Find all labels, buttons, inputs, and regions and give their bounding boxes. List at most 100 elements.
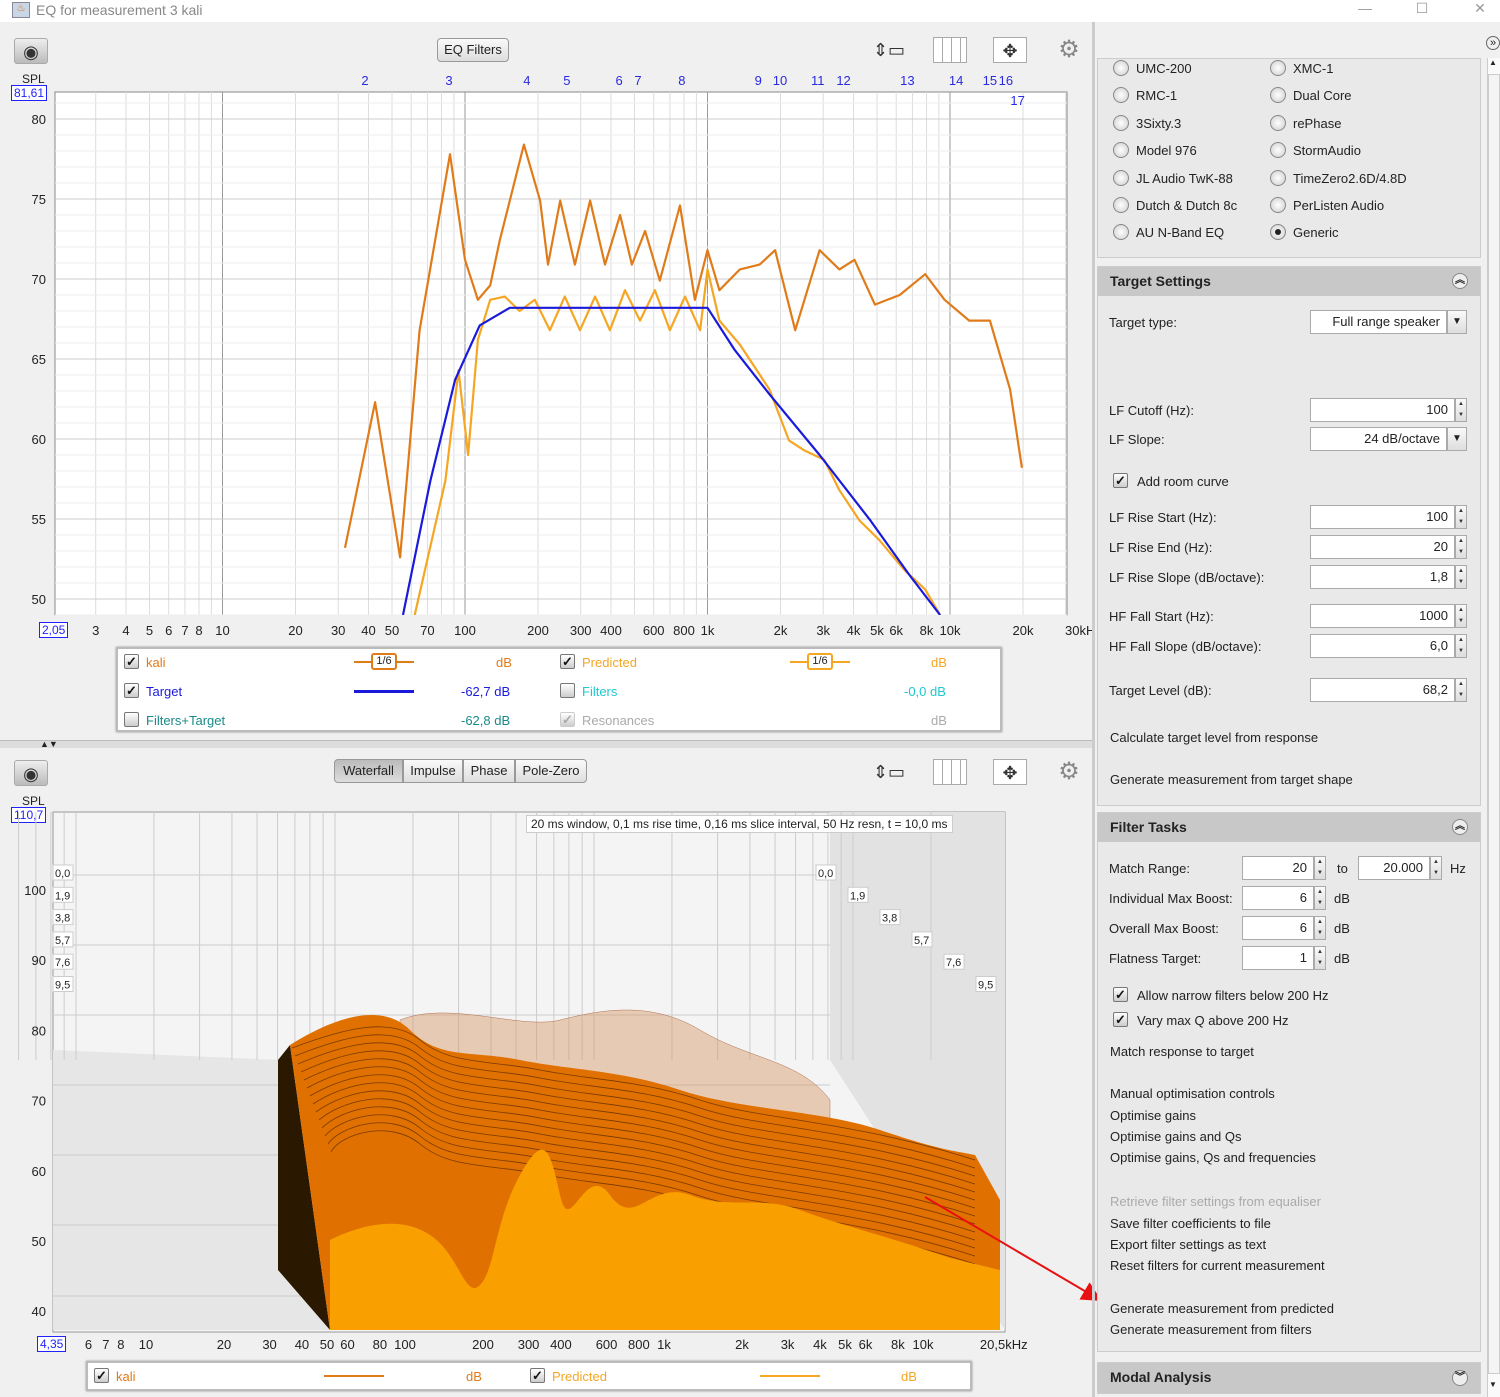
spinner-icon[interactable]: ▲ ▼ <box>1455 678 1467 702</box>
kali-checkbox[interactable]: ✓ <box>94 1368 109 1383</box>
equaliser-option[interactable]: RMC-1 <box>1113 87 1263 105</box>
collapse-panel-icon[interactable]: » <box>1486 36 1500 50</box>
radio-button[interactable] <box>1113 224 1129 241</box>
lf-slope-select[interactable]: 24 dB/octave <box>1310 427 1447 451</box>
radio-button[interactable] <box>1270 224 1286 241</box>
radio-button[interactable] <box>1270 142 1286 159</box>
time-slice-label: 0,0 <box>818 868 833 880</box>
spinner-icon[interactable]: ▲ ▼ <box>1455 565 1467 589</box>
equaliser-option[interactable]: Model 976 <box>1113 142 1263 160</box>
hf-fall-start-input[interactable]: 1000 <box>1310 604 1455 628</box>
opt2-link[interactable]: Optimise gains and Qs <box>1110 1129 1242 1144</box>
lf-rise-slope-input[interactable]: 1,8 <box>1310 565 1455 589</box>
scroll-down-icon[interactable]: ▼ <box>1489 1380 1497 1389</box>
radio-button[interactable] <box>1113 114 1129 131</box>
dropdown-arrow-icon[interactable]: ▼ <box>1447 427 1467 451</box>
equaliser-option[interactable]: Dutch & Dutch 8c <box>1113 197 1263 215</box>
match-link-link[interactable]: Match response to target <box>1110 1044 1254 1059</box>
pane-divider[interactable] <box>1092 22 1095 1397</box>
generate-from-target-link[interactable]: Generate measurement from target shape <box>1110 772 1353 787</box>
equaliser-label: Dual Core <box>1293 88 1352 104</box>
hf-fall-slope-input[interactable]: 6,0 <box>1310 634 1455 658</box>
spinner-icon[interactable]: ▲ ▼ <box>1455 535 1467 559</box>
radio-button[interactable] <box>1113 142 1129 159</box>
export-link[interactable]: Export filter settings as text <box>1110 1237 1266 1252</box>
filter-tasks-header[interactable]: Filter Tasks ︽ <box>1098 813 1480 842</box>
gen-pred-link[interactable]: Generate measurement from predicted <box>1110 1301 1334 1316</box>
x-tick-label: 40 <box>295 1337 309 1352</box>
lf-cutoff-input[interactable]: 100 <box>1310 398 1455 422</box>
time-slice-label: 7,6 <box>55 957 70 969</box>
target-settings-header[interactable]: Target Settings ︽ <box>1098 267 1480 296</box>
y-tick-label: 70 <box>32 1094 46 1109</box>
equaliser-option[interactable]: UMC-200 <box>1113 60 1263 78</box>
gen-filters-link[interactable]: Generate measurement from filters <box>1110 1322 1312 1337</box>
radio-button[interactable] <box>1113 60 1129 76</box>
equaliser-option[interactable]: TimeZero2.6D/4.8D <box>1270 169 1420 188</box>
spinner-icon[interactable]: ▲ ▼ <box>1430 856 1442 880</box>
radio-button[interactable] <box>1270 169 1286 186</box>
radio-button[interactable] <box>1270 87 1286 104</box>
equaliser-label: Dutch & Dutch 8c <box>1136 198 1238 213</box>
equaliser-option[interactable]: XMC-1 <box>1270 60 1420 78</box>
radio-button[interactable] <box>1270 60 1286 76</box>
equaliser-option[interactable]: StormAudio <box>1270 142 1420 160</box>
radio-button[interactable] <box>1113 87 1129 104</box>
scroll-up-icon[interactable]: ▲ <box>1489 58 1497 67</box>
equaliser-option[interactable]: Dual Core <box>1270 87 1420 105</box>
close-button[interactable]: ✕ <box>1460 0 1500 20</box>
spinner-icon[interactable]: ▲ ▼ <box>1314 856 1326 880</box>
minimize-button[interactable]: — <box>1345 0 1385 20</box>
waterfall-chart[interactable]: 100 90 80 70 60 50 40 0,0 0,0 1,9 1,9 3,8 3,8 5,7 5,7 7… <box>0 0 1092 1360</box>
y-tick-label: 100 <box>24 883 46 898</box>
equaliser-option[interactable]: rePhase <box>1270 114 1420 133</box>
spinner-icon[interactable]: ▲ ▼ <box>1455 505 1467 529</box>
radio-button[interactable] <box>1270 114 1286 131</box>
equaliser-option[interactable]: AU N-Band EQ <box>1113 224 1263 242</box>
expand-icon[interactable]: ︾ <box>1452 1370 1468 1386</box>
save-link[interactable]: Save filter coefficients to file <box>1110 1216 1271 1231</box>
overall-max-boost-input[interactable]: 6 <box>1242 916 1314 940</box>
radio-button[interactable] <box>1113 197 1129 213</box>
unit-db: dB <box>1334 891 1350 906</box>
opt1-link[interactable]: Optimise gains <box>1110 1108 1196 1123</box>
spinner-icon[interactable]: ▲ ▼ <box>1455 604 1467 628</box>
time-slice-label: 0,0 <box>55 868 70 880</box>
radio-button[interactable] <box>1270 197 1286 213</box>
scrollbar-thumb[interactable] <box>1488 74 1500 1374</box>
radio-button[interactable] <box>1113 169 1129 186</box>
equaliser-option[interactable]: Generic <box>1270 224 1420 242</box>
match-range-to-input[interactable]: 20.000 <box>1358 856 1430 880</box>
x-tick-label: 6 <box>85 1337 92 1352</box>
match-range-from-input[interactable]: 20 <box>1242 856 1314 880</box>
collapse-icon[interactable]: ︽ <box>1452 819 1468 835</box>
collapse-icon[interactable]: ︽ <box>1452 273 1468 289</box>
equaliser-option[interactable]: 3Sixty.3 <box>1113 114 1263 133</box>
individual-max-boost-input[interactable]: 6 <box>1242 886 1314 910</box>
reset-link[interactable]: Reset filters for current measurement <box>1110 1258 1325 1273</box>
target-settings-title: Target Settings <box>1110 273 1211 289</box>
equaliser-option[interactable]: JL Audio TwK-88 <box>1113 169 1263 188</box>
modal-analysis-header[interactable]: Modal Analysis ︾ <box>1097 1362 1481 1394</box>
target-level-input[interactable]: 68,2 <box>1310 678 1455 702</box>
spinner-icon[interactable]: ▲ ▼ <box>1455 398 1467 422</box>
flatness-target-input[interactable]: 1 <box>1242 946 1314 970</box>
equaliser-option[interactable]: PerListen Audio <box>1270 197 1420 215</box>
spinner-icon[interactable]: ▲ ▼ <box>1314 886 1326 910</box>
scrollbar[interactable]: ▲ ▼ <box>1487 58 1500 1397</box>
predicted-checkbox[interactable]: ✓ <box>530 1368 545 1383</box>
equaliser-label: XMC-1 <box>1293 61 1334 76</box>
opt3-link[interactable]: Optimise gains, Qs and frequencies <box>1110 1150 1316 1165</box>
spinner-icon[interactable]: ▲ ▼ <box>1455 634 1467 658</box>
retrieve-link[interactable]: Retrieve filter settings from equaliser <box>1110 1194 1321 1209</box>
spinner-icon[interactable]: ▲ ▼ <box>1314 916 1326 940</box>
lf-rise-end-input[interactable]: 20 <box>1310 535 1455 559</box>
maximize-button[interactable]: ☐ <box>1402 0 1442 20</box>
hf-fall-start-input-label: HF Fall Start (Hz): <box>1109 609 1214 624</box>
spinner-icon[interactable]: ▲ ▼ <box>1314 946 1326 970</box>
calculate-target-level-link[interactable]: Calculate target level from response <box>1110 730 1318 745</box>
bottom-legend: ✓ kali dB ✓ Predicted dB <box>86 1361 972 1391</box>
lf-rise-start-input[interactable]: 100 <box>1310 505 1455 529</box>
target-type-select[interactable]: Full range speaker <box>1310 310 1447 334</box>
dropdown-arrow-icon[interactable]: ▼ <box>1447 310 1467 334</box>
